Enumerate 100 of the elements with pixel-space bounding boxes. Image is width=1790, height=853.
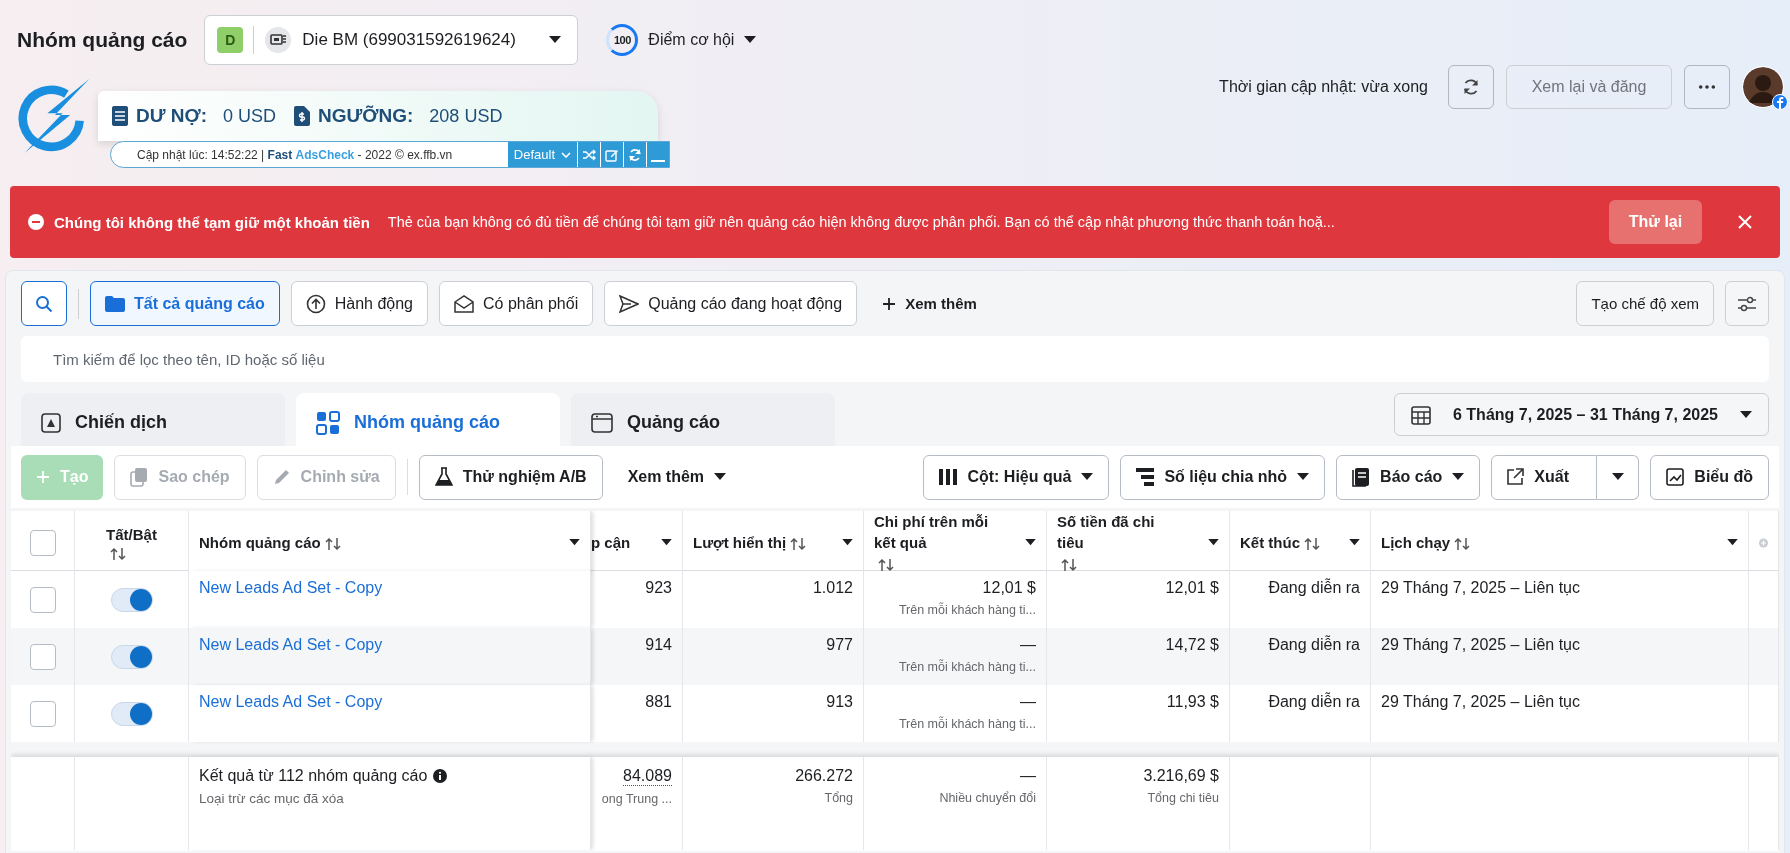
breakdown-icon xyxy=(1136,468,1155,486)
sort-icon[interactable] xyxy=(1454,537,1471,552)
column-header[interactable]: Lượt hiển thị xyxy=(693,532,787,553)
table-cell: — xyxy=(1020,636,1036,654)
toggle-switch[interactable] xyxy=(110,701,153,726)
toolbar-button[interactable]: Cột: Hiệu quả xyxy=(923,454,1110,500)
table-cell: 914 xyxy=(645,636,672,654)
export-icon xyxy=(1506,468,1525,486)
opportunity-score-menu[interactable]: 100 Điểm cơ hội xyxy=(606,24,757,56)
caret-icon[interactable] xyxy=(1025,539,1036,546)
sort-icon[interactable] xyxy=(790,537,807,552)
ad-set-link[interactable]: New Leads Ad Set - Copy xyxy=(199,579,580,597)
minimize-button[interactable] xyxy=(646,142,669,167)
caret-icon xyxy=(714,473,727,481)
folder-icon xyxy=(105,295,125,312)
refresh-button[interactable] xyxy=(1448,65,1494,109)
caret-icon[interactable] xyxy=(661,539,672,546)
column-header[interactable]: Tất/Bật xyxy=(106,524,157,545)
caret-icon[interactable] xyxy=(569,539,580,546)
column-header[interactable]: Nhóm quảng cáo xyxy=(199,532,321,553)
column-header[interactable]: p cận xyxy=(591,532,631,553)
filter-chip[interactable]: Hành động xyxy=(290,281,428,326)
column-header[interactable]: Chi phí trên mỗi kết quả xyxy=(874,511,1002,553)
level-tab[interactable]: Chiến dịch xyxy=(21,393,285,446)
caret-icon xyxy=(1611,473,1624,481)
caret-icon[interactable] xyxy=(1727,539,1738,546)
cell-note: Tổng xyxy=(824,791,853,805)
cell-note: Trên mỗi khách hàng ti... xyxy=(898,717,1036,731)
row-checkbox[interactable] xyxy=(29,586,56,613)
account-badge: D xyxy=(217,27,244,53)
threshold-label: NGƯỠNG: xyxy=(318,105,414,127)
sort-icon[interactable] xyxy=(324,537,341,552)
caret-icon xyxy=(1297,473,1310,481)
column-header[interactable]: Kết thúc xyxy=(1240,532,1300,553)
close-icon[interactable] xyxy=(1738,215,1752,229)
export-menu-button[interactable] xyxy=(1597,454,1640,500)
filter-chip[interactable]: Quảng cáo đang hoạt động xyxy=(604,281,858,326)
caret-icon[interactable] xyxy=(1208,539,1219,546)
refresh-icon xyxy=(1461,77,1481,97)
create-view-button[interactable]: Tạo chế độ xem xyxy=(1576,281,1714,326)
toolbar-button[interactable]: Số liệu chia nhỏ xyxy=(1120,454,1326,500)
ad-set-link[interactable]: New Leads Ad Set - Copy xyxy=(199,636,580,654)
cell-note: Nhiều chuyển đổi xyxy=(939,791,1036,805)
table-cell: Đang diễn ra xyxy=(1268,579,1360,597)
refresh-icon xyxy=(628,147,642,162)
threshold-value: 208 USD xyxy=(429,105,503,127)
sort-icon[interactable] xyxy=(110,547,127,561)
sort-icon[interactable] xyxy=(1304,537,1320,552)
toggle-switch[interactable] xyxy=(110,587,153,612)
row-checkbox[interactable] xyxy=(29,700,56,727)
table-cell: 14,72 $ xyxy=(1165,636,1219,654)
caret-icon[interactable] xyxy=(842,539,853,546)
table-cell: 12,01 $ xyxy=(982,579,1036,597)
more-filters-button[interactable]: Xem thêm xyxy=(868,281,991,326)
account-selector[interactable]: D Die BM (699031592619624) xyxy=(204,15,579,65)
toolbar-button[interactable]: Thử nghiệm A/B xyxy=(418,454,603,500)
level-tab[interactable]: Quảng cáo xyxy=(571,393,835,446)
table-cell-text: 29 Tháng 7, 2025 – Liên tục xyxy=(1381,579,1581,597)
update-note: Cập nhật lúc: 14:52:22 | Fast AdsCheck - 2022 © ex.ffb.vn xyxy=(136,147,454,162)
sliders-icon xyxy=(1737,295,1757,312)
table-cell: 11,93 $ xyxy=(1166,693,1219,711)
caret-icon[interactable] xyxy=(1349,539,1360,546)
edit-button[interactable] xyxy=(600,142,623,167)
caret-icon xyxy=(1740,410,1752,419)
column-header[interactable]: Số tiền đã chi tiêu xyxy=(1057,511,1185,553)
info-icon[interactable] xyxy=(433,769,448,783)
filter-chip[interactable]: Tất cả quảng cáo xyxy=(90,281,280,326)
summary-note: Loại trừ các mục đã xóa xyxy=(199,791,345,806)
table-cell-text: 29 Tháng 7, 2025 – Liên tục xyxy=(1381,693,1581,711)
table-cell: Đang diễn ra xyxy=(1268,693,1360,711)
select-all-checkbox[interactable] xyxy=(29,529,56,556)
pencil-icon xyxy=(272,468,291,486)
date-range-picker[interactable]: 6 Tháng 7, 2025 – 31 Tháng 7, 2025 xyxy=(1394,393,1769,436)
sort-icon[interactable] xyxy=(878,558,894,573)
settings-button[interactable] xyxy=(1725,281,1769,326)
toolbar-button[interactable]: Biểu đồ xyxy=(1650,454,1769,500)
search-button[interactable] xyxy=(21,281,67,326)
shuffle-button[interactable] xyxy=(577,142,600,167)
plus-icon xyxy=(882,296,897,311)
toolbar-button[interactable]: Báo cáo xyxy=(1336,454,1481,500)
export-button[interactable]: Xuất xyxy=(1491,454,1598,500)
chevron-icon xyxy=(561,151,571,158)
table-cell: 12,01 $ xyxy=(1165,579,1219,597)
filter-chip[interactable]: Có phân phối xyxy=(439,281,594,326)
more-icon xyxy=(1698,84,1716,90)
column-header[interactable]: Lịch chạy xyxy=(1381,532,1451,553)
row-checkbox[interactable] xyxy=(29,643,56,670)
minimize-icon xyxy=(651,159,665,162)
toggle-switch[interactable] xyxy=(110,644,153,669)
level-tab[interactable]: Nhóm quảng cáo xyxy=(296,393,560,446)
cell-note: Trên mỗi khách hàng ti... xyxy=(898,660,1036,674)
ad-set-link[interactable]: New Leads Ad Set - Copy xyxy=(199,693,580,711)
sort-icon[interactable] xyxy=(1061,558,1077,573)
table-cell: 881 xyxy=(645,693,672,711)
table-cell: 923 xyxy=(645,579,672,597)
cell-note: Tổng chi tiêu xyxy=(1147,791,1219,805)
business-icon xyxy=(264,26,293,54)
table-cell: — xyxy=(1020,767,1036,785)
grid-icon xyxy=(316,410,340,435)
search-field[interactable]: Tìm kiếm để lọc theo tên, ID hoặc số liệu xyxy=(21,336,1769,382)
